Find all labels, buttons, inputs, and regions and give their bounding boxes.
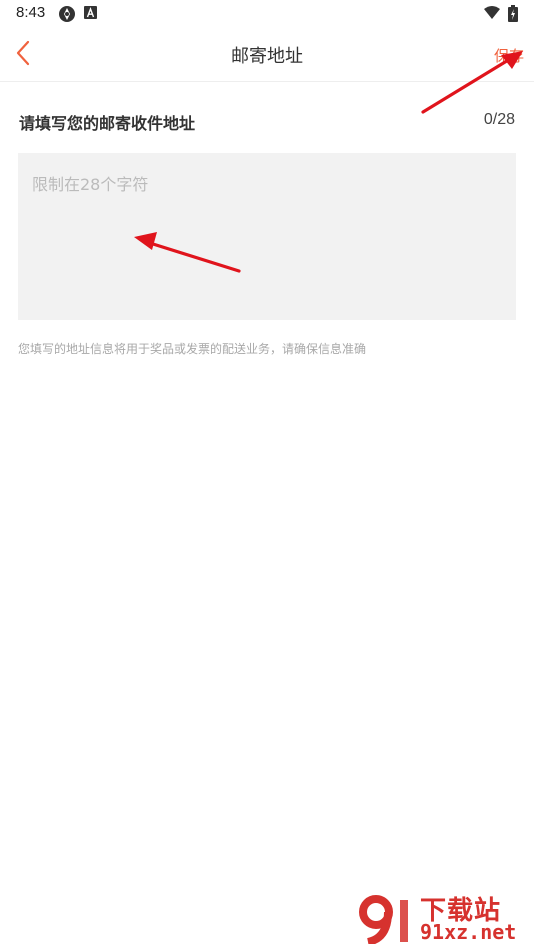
battery-icon xyxy=(508,5,518,22)
address-textarea[interactable] xyxy=(32,171,502,302)
wifi-icon xyxy=(484,6,500,19)
watermark-logo-icon xyxy=(359,895,408,944)
annotation-arrow-icon xyxy=(134,232,241,273)
sync-icon xyxy=(59,6,75,22)
address-input-box[interactable] xyxy=(18,153,516,320)
watermark: 下载站 91xz.net xyxy=(358,890,528,948)
status-bar: 8:43 xyxy=(0,0,534,28)
status-time: 8:43 xyxy=(16,4,46,21)
watermark-domain: 91xz.net xyxy=(420,920,517,944)
a-badge-icon xyxy=(84,6,97,19)
annotation-arrow-icon xyxy=(421,51,523,114)
section-label: 请填写您的邮寄收件地址 xyxy=(19,114,196,133)
hint-text: 您填写的地址信息将用于奖品或发票的配送业务，请确保信息准确 xyxy=(18,342,367,356)
